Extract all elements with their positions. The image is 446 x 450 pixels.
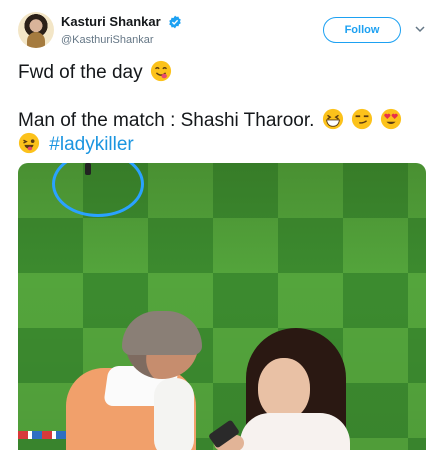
tweet-header: Kasturi Shankar @KasthuriShankar Follow	[18, 12, 430, 52]
photo-woman-face	[258, 358, 310, 420]
tweet-text-line: Man of the match : Shashi Tharoor.	[18, 108, 402, 133]
smirking-face-icon	[351, 108, 373, 130]
author-block: Kasturi Shankar @KasthuriShankar	[61, 13, 182, 46]
tweet-photo[interactable]	[18, 163, 426, 450]
grinning-squinting-face-icon	[322, 108, 343, 130]
chevron-down-icon[interactable]	[414, 23, 426, 35]
follow-button[interactable]: Follow	[323, 17, 401, 43]
winking-tongue-face-icon	[18, 132, 40, 154]
hashtag-link[interactable]: #ladykiller	[49, 134, 133, 155]
tweet-text: Fwd of the day	[18, 62, 143, 83]
heart-eyes-face-icon	[381, 108, 402, 130]
tweet-text-line: Fwd of the day	[18, 60, 172, 85]
avatar[interactable]	[18, 12, 54, 48]
photo-ad-banner	[18, 431, 70, 439]
savoring-face-icon	[150, 60, 171, 82]
tweet-text-line: #ladykiller	[18, 132, 134, 157]
photo-man-arm	[154, 378, 194, 450]
display-name[interactable]: Kasturi Shankar	[61, 14, 161, 29]
photo-woman-body	[240, 413, 350, 450]
verified-badge-icon	[169, 15, 181, 29]
handle[interactable]: @KasthuriShankar	[61, 34, 182, 46]
tweet-text: Man of the match : Shashi Tharoor.	[18, 110, 315, 131]
